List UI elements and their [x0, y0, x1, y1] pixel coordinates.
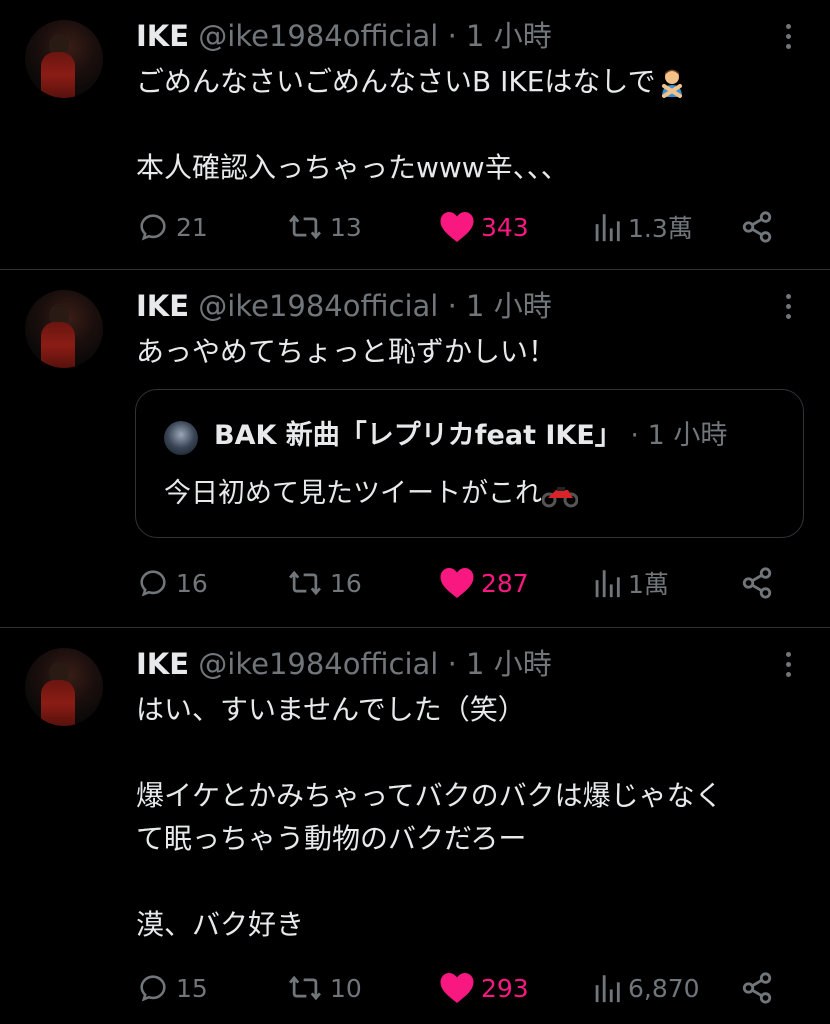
heart-icon [440, 568, 474, 598]
timestamp[interactable]: 1 小時 [466, 19, 552, 53]
views-button[interactable]: 6,870 [592, 968, 700, 1008]
quote-avatar [164, 421, 198, 455]
share-icon [742, 211, 772, 243]
retweet-icon [289, 570, 321, 596]
timestamp[interactable]: 1 小時 [466, 647, 552, 681]
separator-dot: · [630, 420, 639, 451]
like-button[interactable]: 343 [439, 207, 529, 247]
views-button[interactable]: 1.3萬 [592, 207, 693, 247]
timestamp[interactable]: 1 小時 [466, 289, 552, 323]
reply-button[interactable]: 21 [136, 207, 208, 247]
action-bar: 21 13 343 1.3萬 [136, 207, 786, 247]
action-bar: 15 10 293 6,870 [136, 968, 786, 1008]
tweet-text: ごめんなさいごめんなさいB IKEはなしで 本人確認入っちゃったwww辛、、、 [136, 60, 800, 189]
person-gesturing-no-emoji [661, 69, 682, 98]
share-button[interactable] [740, 968, 774, 1008]
tweet-text-line: 爆イケとかみちゃってバクのバクは爆じゃなく [136, 779, 723, 812]
quote-timestamp: 1 小時 [647, 420, 728, 451]
author-handle[interactable]: @ike1984official [198, 647, 438, 681]
retweet-count: 13 [330, 212, 362, 242]
view-count: 1萬 [628, 570, 669, 599]
tweet[interactable]: IKE @ike1984official · 1 小時 ごめんなさいごめんなさい… [0, 0, 830, 270]
author-name[interactable]: IKE [136, 647, 189, 681]
author-name[interactable]: IKE [136, 289, 189, 323]
reply-button[interactable]: 16 [136, 563, 208, 603]
separator-dot: · [447, 647, 457, 681]
avatar[interactable] [25, 648, 103, 726]
reply-button[interactable]: 15 [136, 968, 208, 1008]
separator-dot: · [447, 19, 457, 53]
more-options-icon[interactable] [784, 294, 792, 320]
heart-icon [440, 212, 474, 242]
tweet-text-line: て眠っちゃう動物のバクだろー [136, 822, 527, 855]
motorcycle-emoji [542, 486, 578, 507]
quote-header: BAK 新曲「レプリカfeat IKE」 · 1 小時 [214, 418, 727, 454]
quote-text: 今日初めて見たツイートがこれ [164, 476, 578, 512]
tweet-text-line: 本人確認入っちゃったwww辛、、、 [136, 151, 569, 184]
share-icon [742, 972, 772, 1004]
reply-icon [140, 975, 166, 1002]
share-button[interactable] [740, 207, 774, 247]
heart-icon [440, 973, 474, 1003]
like-count: 293 [481, 973, 529, 1003]
reply-count: 15 [176, 973, 208, 1003]
tweet[interactable]: IKE @ike1984official · 1 小時 あっやめてちょっと恥ずか… [0, 270, 830, 628]
share-button[interactable] [740, 563, 774, 603]
reply-count: 16 [176, 568, 208, 598]
like-count: 287 [481, 568, 529, 598]
retweet-count: 16 [330, 568, 362, 598]
more-options-icon[interactable] [784, 24, 792, 50]
author-handle[interactable]: @ike1984official [198, 289, 438, 323]
action-bar: 16 16 287 1萬 [136, 563, 786, 603]
avatar[interactable] [25, 290, 103, 368]
tweet-header: IKE @ike1984official · 1 小時 [136, 287, 760, 325]
bar-chart-icon [595, 975, 620, 1003]
quote-text-line: 今日初めて見たツイートがこれ [164, 478, 542, 509]
like-count: 343 [481, 212, 529, 242]
retweet-button[interactable]: 16 [286, 563, 362, 603]
separator-dot: · [447, 289, 457, 323]
more-options-icon[interactable] [784, 652, 792, 678]
timeline-feed: IKE @ike1984official · 1 小時 ごめんなさいごめんなさい… [0, 0, 830, 1024]
tweet-text-line: はい、すいませんでした（笑） [136, 693, 526, 726]
author-name[interactable]: IKE [136, 19, 189, 53]
tweet-header: IKE @ike1984official · 1 小時 [136, 645, 760, 683]
reply-icon [140, 214, 166, 241]
reply-icon [140, 570, 166, 597]
tweet-text: あっやめてちょっと恥ずかしい！ [136, 330, 800, 373]
retweet-button[interactable]: 13 [286, 207, 362, 247]
tweet-text-line: ごめんなさいごめんなさいB IKEはなしで [136, 65, 656, 98]
retweet-count: 10 [330, 973, 362, 1003]
tweet-text-line: あっやめてちょっと恥ずかしい！ [136, 335, 557, 368]
like-button[interactable]: 293 [439, 968, 529, 1008]
tweet-header: IKE @ike1984official · 1 小時 [136, 17, 760, 55]
like-button[interactable]: 287 [439, 563, 529, 603]
view-count: 6,870 [628, 973, 700, 1003]
tweet[interactable]: IKE @ike1984official · 1 小時 はい、すいませんでした（… [0, 628, 830, 1024]
bar-chart-icon [595, 214, 620, 242]
author-handle[interactable]: @ike1984official [198, 19, 438, 53]
share-icon [742, 567, 772, 599]
view-count: 1.3萬 [628, 214, 693, 243]
tweet-text-line: 漠、バク好き [136, 908, 305, 941]
quote-author-name: BAK 新曲「レプリカfeat IKE」 [214, 420, 622, 451]
tweet-text: はい、すいませんでした（笑） 爆イケとかみちゃってバクのバクは爆じゃなく て眠っ… [136, 688, 800, 946]
quoted-tweet[interactable]: BAK 新曲「レプリカfeat IKE」 · 1 小時 今日初めて見たツイートが… [135, 389, 804, 538]
bar-chart-icon [595, 570, 620, 598]
retweet-icon [289, 214, 321, 240]
retweet-button[interactable]: 10 [286, 968, 362, 1008]
retweet-icon [289, 975, 321, 1001]
avatar[interactable] [25, 20, 103, 98]
reply-count: 21 [176, 212, 208, 242]
views-button[interactable]: 1萬 [592, 563, 669, 603]
